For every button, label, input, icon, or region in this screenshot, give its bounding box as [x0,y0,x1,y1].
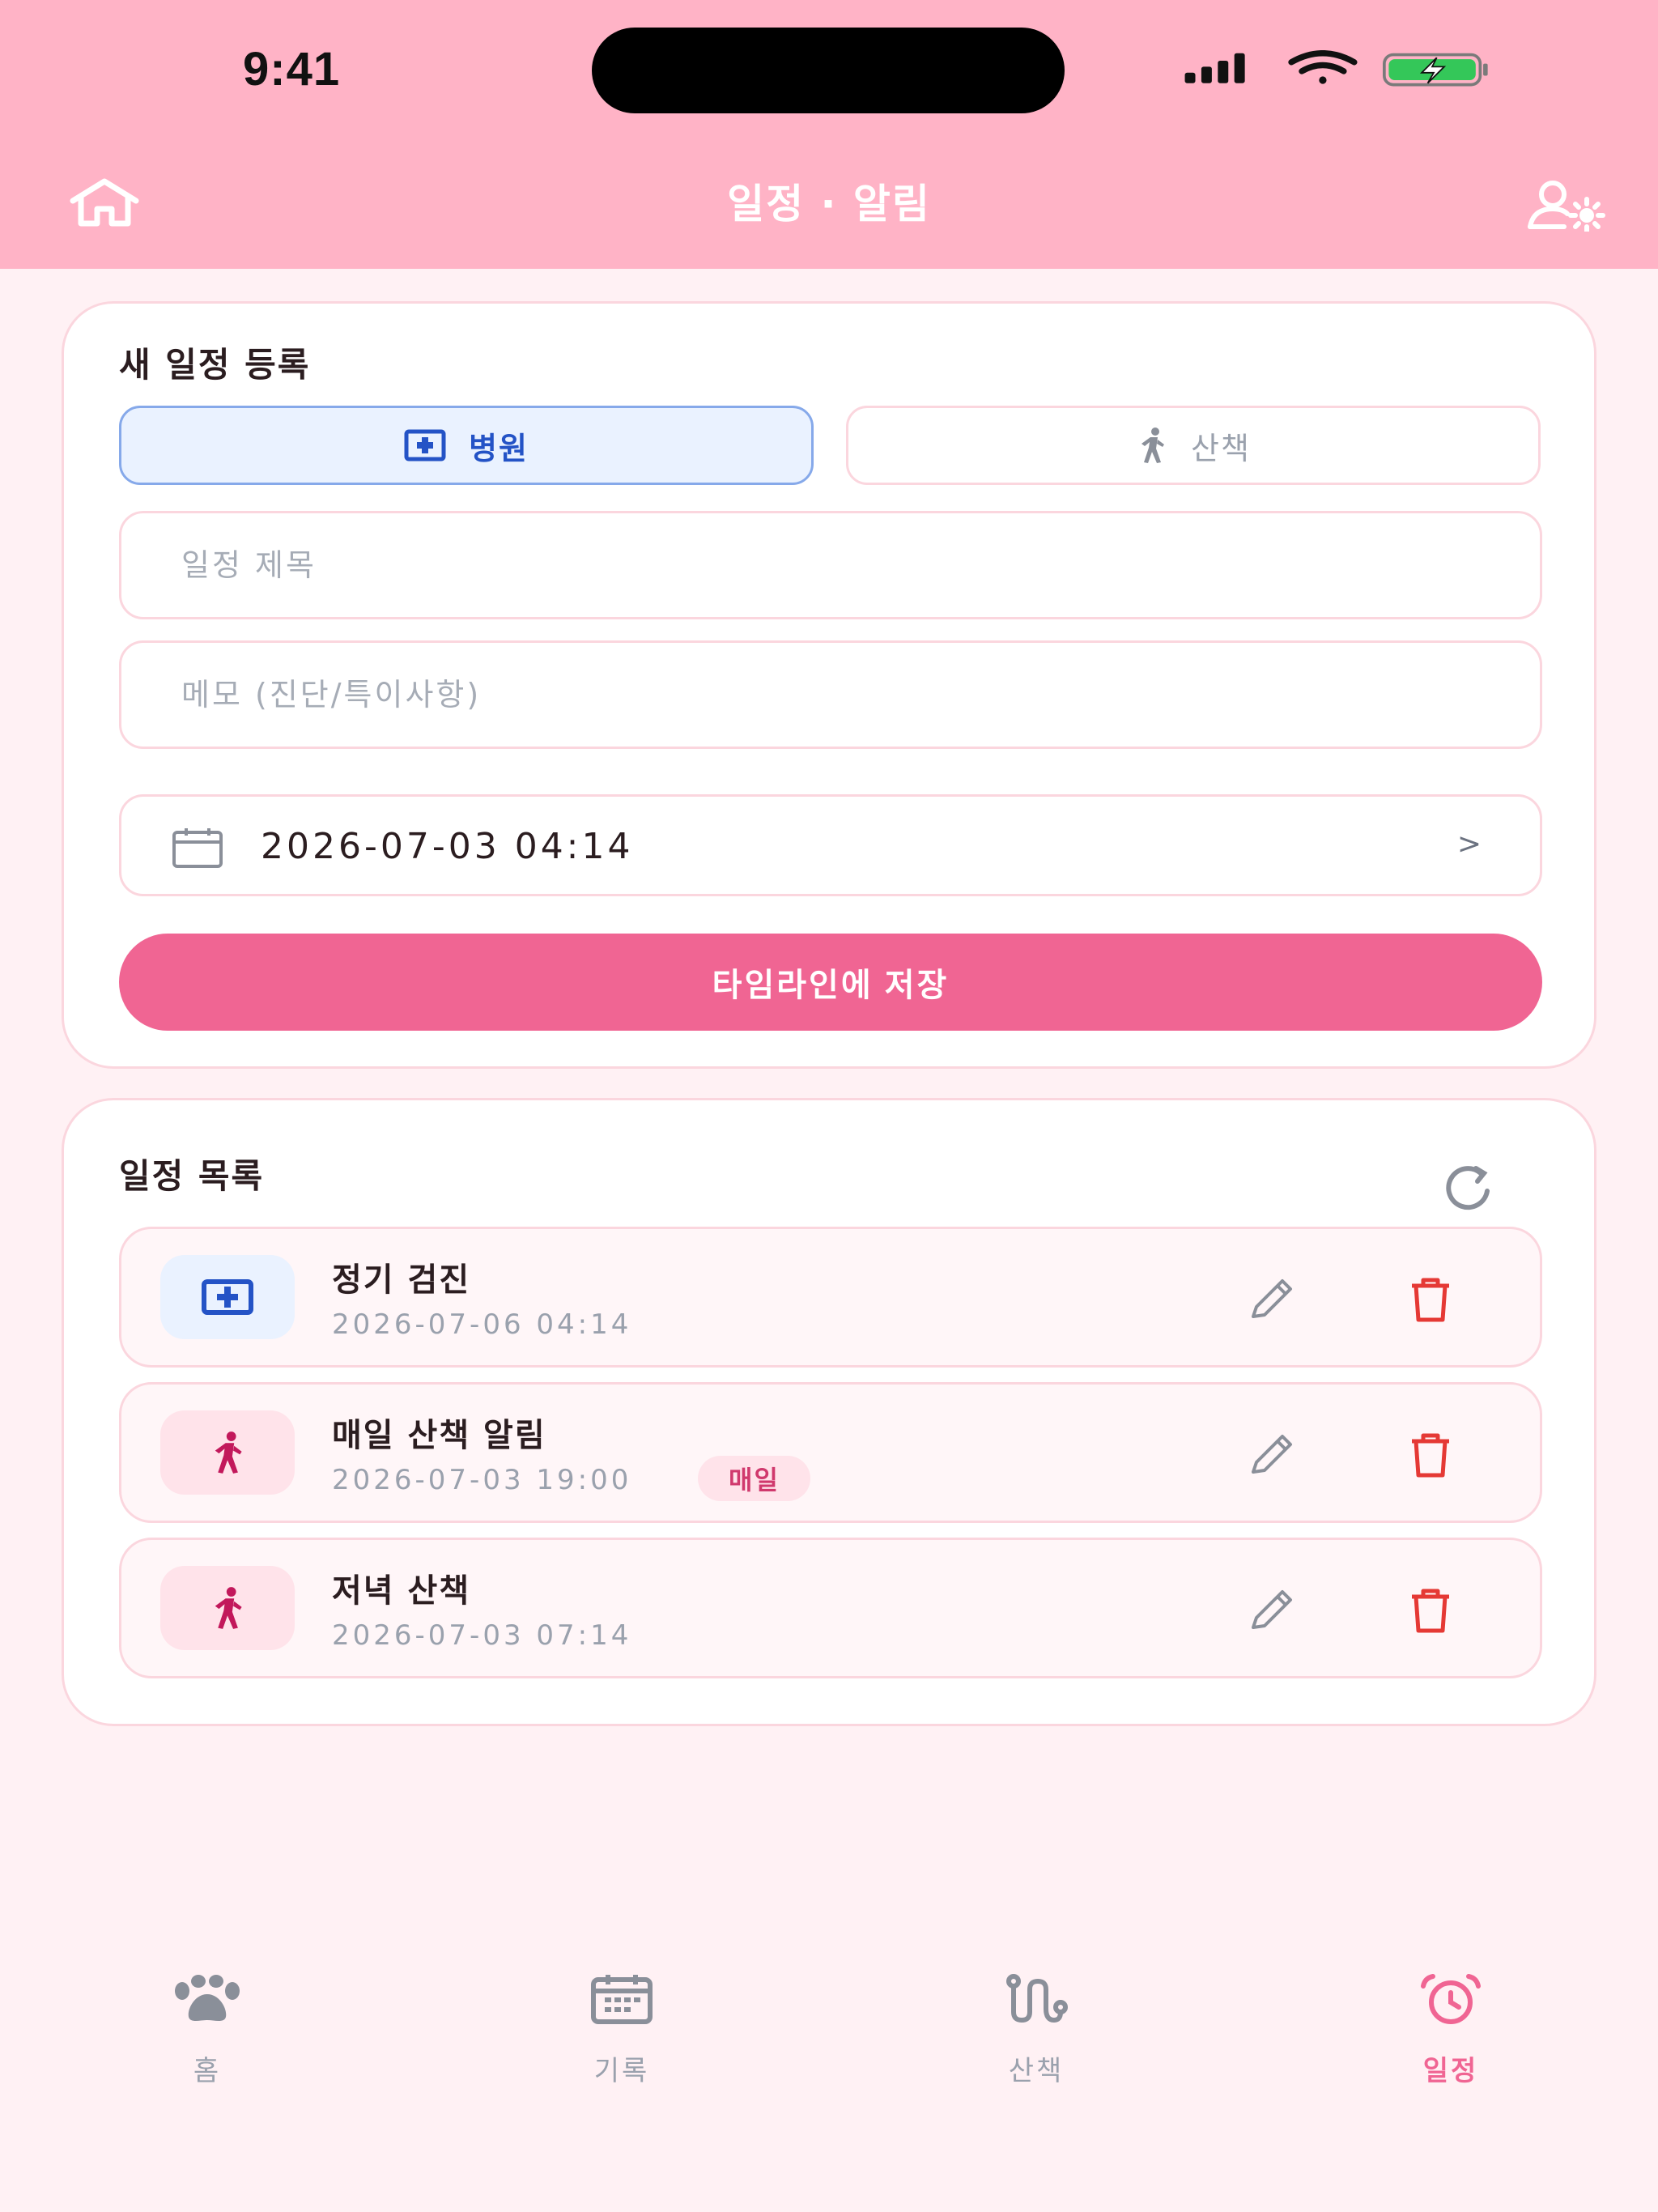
user-settings-icon[interactable] [1525,180,1606,232]
memo-field [119,640,1542,749]
edit-icon[interactable] [1247,1587,1295,1636]
item-type-badge [160,1410,295,1495]
item-title: 매일 산책 알림 [332,1417,546,1454]
schedule-list-title: 일정 목록 [119,1156,265,1196]
tab-walk[interactable]: 산책 [915,1967,1158,2113]
schedule-list-card: 일정 목록 정기 검진 2026-07-06 04:14 매일 산책 알림 20… [62,1098,1596,1726]
tab-records[interactable]: 기록 [500,1967,743,2113]
edit-icon[interactable] [1247,1276,1295,1325]
item-datetime: 2026-07-03 19:00 [332,1464,632,1496]
item-datetime: 2026-07-06 04:14 [332,1308,632,1341]
route-icon [1006,1974,1068,2023]
hospital-icon [404,429,446,462]
item-title: 정기 검진 [332,1261,471,1299]
schedule-item[interactable]: 정기 검진 2026-07-06 04:14 [119,1227,1542,1368]
calendar-icon [172,828,223,868]
item-type-badge [160,1566,295,1650]
datetime-value: 2026-07-03 04:14 [261,826,634,867]
type-hospital-button[interactable]: 병원 [119,406,814,485]
tab-home-label: 홈 [193,2055,222,2087]
top-header: 9:41 일정 · 알림 [0,0,1658,269]
walk-icon [215,1431,242,1474]
battery-icon [1383,53,1488,87]
walk-icon [1141,428,1165,463]
type-walk-label: 산책 [1191,430,1251,466]
item-datetime: 2026-07-03 07:14 [332,1619,632,1652]
schedule-item[interactable]: 저녁 산책 2026-07-03 07:14 [119,1538,1542,1678]
page-title: 일정 · 알림 [727,181,931,228]
schedule-item[interactable]: 매일 산책 알림 2026-07-03 19:00 매일 [119,1382,1542,1523]
alarm-clock-icon [1421,1974,1481,2024]
dynamic-island [592,28,1065,113]
item-type-badge [160,1255,295,1339]
type-hospital-label: 병원 [469,430,529,466]
trash-icon[interactable] [1409,1587,1452,1634]
memo-input[interactable] [121,643,1540,747]
datetime-picker[interactable]: 2026-07-03 04:14 > [119,794,1542,896]
item-title: 저녁 산책 [332,1572,471,1610]
save-to-timeline-button[interactable]: 타임라인에 저장 [119,934,1542,1031]
hospital-icon [202,1279,253,1315]
tab-walk-label: 산책 [1008,2055,1065,2087]
tab-schedule[interactable]: 일정 [1329,1967,1572,2113]
status-time: 9:41 [243,43,341,96]
bottom-tab-bar: 홈 기록 산책 일정 [0,1967,1658,2162]
chevron-right-icon: > [1456,827,1482,861]
title-field [119,511,1542,619]
refresh-icon[interactable] [1440,1159,1497,1215]
calendar-icon [591,1975,653,2024]
type-walk-button[interactable]: 산책 [846,406,1541,485]
paw-icon [175,1975,240,2021]
status-icons [1184,50,1488,87]
title-input[interactable] [121,513,1540,617]
edit-icon[interactable] [1247,1431,1295,1480]
walk-icon [215,1587,242,1629]
tab-home[interactable]: 홈 [86,1967,329,2113]
tab-schedule-label: 일정 [1422,2055,1479,2087]
tab-records-label: 기록 [593,2055,650,2087]
trash-icon[interactable] [1409,1276,1452,1323]
new-schedule-card: 새 일정 등록 병원 산책 2026-07-03 04:14 > 타임라인에 [62,301,1596,1069]
wifi-icon [1288,50,1358,84]
repeat-badge: 매일 [698,1456,810,1501]
trash-icon[interactable] [1409,1431,1452,1478]
signal-icon [1184,53,1245,83]
new-schedule-title: 새 일정 등록 [119,345,311,385]
